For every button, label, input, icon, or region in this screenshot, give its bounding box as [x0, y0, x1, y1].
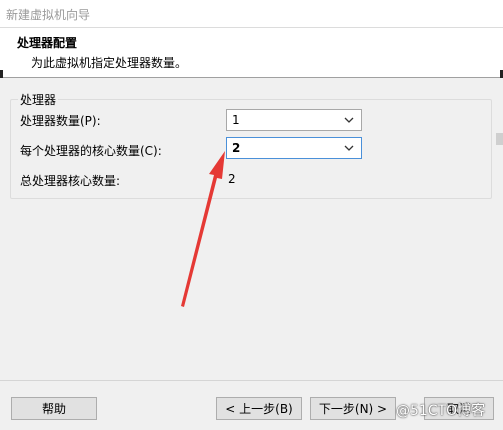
edge-mark-right-middle [496, 133, 503, 145]
page-subtitle: 为此虚拟机指定处理器数量。 [31, 56, 188, 70]
total-cores-label: 总处理器核心数量: [20, 174, 121, 188]
window-title: 新建虚拟机向导 [6, 8, 91, 22]
cores-per-processor-value: 2 [232, 141, 241, 155]
page-title: 处理器配置 [17, 36, 78, 50]
cores-per-processor-select[interactable]: 2 [226, 137, 362, 159]
footer-divider [0, 380, 503, 381]
chevron-down-icon[interactable] [343, 141, 355, 155]
wizard-header: 处理器配置 为此虚拟机指定处理器数量。 [0, 28, 503, 78]
cores-per-processor-label: 每个处理器的核心数量(C): [20, 144, 162, 158]
processor-count-select[interactable]: 1 [226, 109, 362, 131]
help-button[interactable]: 帮助 [11, 397, 97, 420]
total-cores-value: 2 [228, 172, 236, 186]
edge-mark-left [0, 70, 3, 78]
processor-count-label: 处理器数量(P): [20, 114, 101, 128]
title-bar: 新建虚拟机向导 [0, 0, 503, 28]
processor-group-label: 处理器 [18, 91, 59, 108]
chevron-down-icon[interactable] [343, 113, 355, 127]
back-button[interactable]: < 上一步(B) [216, 397, 302, 420]
watermark-text: @51CTO博客 [396, 403, 486, 419]
processor-count-value: 1 [232, 113, 240, 127]
next-button[interactable]: 下一步(N) > [310, 397, 396, 420]
